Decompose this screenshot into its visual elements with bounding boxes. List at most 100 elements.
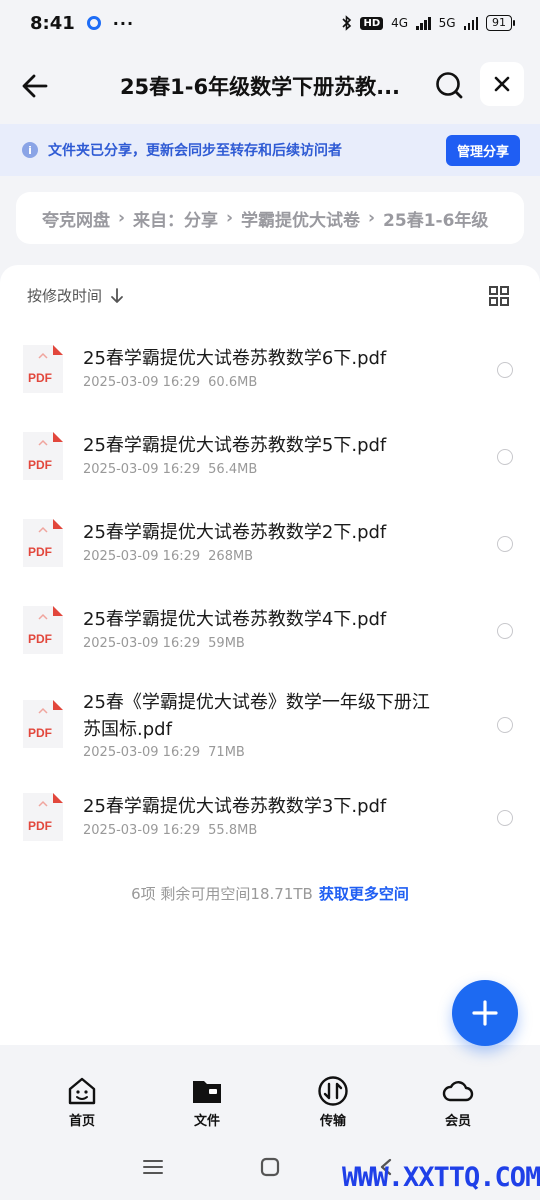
file-meta: 2025-03-09 16:29 56.4MB: [83, 462, 257, 477]
menu-button[interactable]: [142, 1156, 164, 1182]
add-button[interactable]: [452, 980, 518, 1046]
select-radio[interactable]: [497, 449, 513, 465]
file-size: 268MB: [208, 549, 254, 564]
file-size: 71MB: [208, 745, 245, 760]
file-date: 2025-03-09 16:29: [83, 375, 201, 390]
network-5g: 5G: [438, 16, 456, 30]
file-panel: 按修改时间 PDF 25春学霸提优大试卷苏教数学6下.pdf 2025-03-0…: [0, 265, 540, 1045]
item-count-and-space: 6项 剩余可用空间18.71TB: [131, 885, 313, 903]
file-size: 60.6MB: [208, 375, 258, 390]
nav-label: 文件: [193, 1114, 220, 1129]
header: 25春1-6年级数学下册苏教...: [0, 58, 540, 114]
file-date: 2025-03-09 16:29: [83, 745, 201, 760]
nav-label: 首页: [68, 1114, 95, 1129]
list-item[interactable]: PDF 25春学霸提优大试卷苏教数学4下.pdf 2025-03-09 16:2…: [0, 586, 540, 673]
file-date: 2025-03-09 16:29: [83, 636, 201, 651]
grid-view-button[interactable]: [488, 285, 510, 307]
breadcrumb: 夸克网盘 › 来自：分享 › 学霸提优大试卷 › 25春1-6年级: [16, 192, 524, 244]
status-time: 8:41: [30, 12, 75, 34]
svg-text:PDF: PDF: [28, 545, 52, 559]
search-icon: [436, 72, 463, 99]
app-notification-icon: [86, 16, 101, 30]
file-meta: 2025-03-09 16:29 59MB: [83, 636, 245, 651]
signal-icon-2: [463, 16, 478, 30]
grid-icon: [489, 286, 509, 306]
nav-item-home[interactable]: 首页: [42, 1075, 122, 1129]
svg-text:PDF: PDF: [28, 632, 52, 646]
nav-label: 传输: [319, 1114, 346, 1129]
file-date: 2025-03-09 16:29: [83, 823, 201, 838]
cloud-icon: [442, 1081, 474, 1102]
file-name: 25春学霸提优大试卷苏教数学6下.pdf: [83, 348, 387, 369]
sort-label: 按修改时间: [27, 287, 103, 305]
get-more-space-link[interactable]: 获取更多空间: [319, 885, 409, 903]
folder-icon: [193, 1081, 221, 1103]
chevron-right-icon: ›: [368, 208, 376, 228]
transfer-icon: [318, 1076, 348, 1106]
nav-item-transfer[interactable]: 传输: [293, 1075, 373, 1129]
chevron-right-icon: ›: [118, 208, 126, 228]
menu-icon: [143, 1160, 163, 1174]
file-name: 25春学霸提优大试卷苏教数学5下.pdf: [83, 435, 387, 456]
list-item[interactable]: PDF 25春《学霸提优大试卷》数学一年级下册江苏国标.pdf 2025-03-…: [0, 673, 540, 773]
list-item[interactable]: PDF 25春学霸提优大试卷苏教数学2下.pdf 2025-03-09 16:2…: [0, 499, 540, 586]
status-bar: 8:41 ··· HD 4G 5G 91: [0, 0, 540, 46]
file-name: 25春《学霸提优大试卷》数学一年级下册江苏国标.pdf: [83, 692, 430, 740]
nav-item-files[interactable]: 文件: [167, 1075, 247, 1129]
storage-summary: 6项 剩余可用空间18.71TB 获取更多空间: [0, 883, 540, 904]
plus-icon: [472, 1000, 498, 1026]
hd-icon: HD: [360, 16, 384, 30]
file-date: 2025-03-09 16:29: [83, 549, 201, 564]
file-name: 25春学霸提优大试卷苏教数学4下.pdf: [83, 609, 387, 630]
file-size: 55.8MB: [208, 823, 258, 838]
pdf-file-icon: PDF: [23, 606, 63, 654]
watermark: WWW.XXTTQ.COM: [342, 1162, 540, 1193]
sort-control[interactable]: 按修改时间: [27, 285, 124, 306]
chevron-right-icon: ›: [226, 208, 234, 228]
breadcrumb-share[interactable]: 来自：分享: [133, 206, 218, 231]
file-name: 25春学霸提优大试卷苏教数学3下.pdf: [83, 796, 387, 817]
svg-text:PDF: PDF: [28, 819, 52, 833]
pdf-file-icon: PDF: [23, 432, 63, 480]
file-meta: 2025-03-09 16:29 71MB: [83, 745, 245, 760]
signal-icon: [416, 16, 431, 30]
file-name: 25春学霸提优大试卷苏教数学2下.pdf: [83, 522, 387, 543]
file-date: 2025-03-09 16:29: [83, 462, 201, 477]
file-size: 59MB: [208, 636, 245, 651]
bottom-nav: 首页 文件 传输 会员: [0, 1075, 540, 1135]
page-title: 25春1-6年级数学下册苏教...: [119, 75, 401, 99]
breadcrumb-root[interactable]: 夸克网盘: [42, 206, 110, 231]
pdf-file-icon: PDF: [23, 345, 63, 393]
more-notifications-icon: ···: [112, 13, 135, 33]
arrow-left-icon: [22, 74, 48, 98]
home-button[interactable]: [259, 1156, 281, 1182]
pdf-file-icon: PDF: [23, 793, 63, 841]
file-meta: 2025-03-09 16:29 55.8MB: [83, 823, 257, 838]
file-meta: 2025-03-09 16:29 268MB: [83, 549, 253, 564]
pdf-file-icon: PDF: [23, 700, 63, 748]
select-radio[interactable]: [497, 623, 513, 639]
file-list: PDF 25春学霸提优大试卷苏教数学6下.pdf 2025-03-09 16:2…: [0, 325, 540, 860]
list-item[interactable]: PDF 25春学霸提优大试卷苏教数学6下.pdf 2025-03-09 16:2…: [0, 325, 540, 412]
breadcrumb-current: 25春1-6年级: [383, 210, 489, 231]
close-button[interactable]: [480, 62, 524, 106]
select-radio[interactable]: [497, 362, 513, 378]
close-icon: [494, 76, 510, 92]
select-radio[interactable]: [497, 536, 513, 552]
pdf-file-icon: PDF: [23, 519, 63, 567]
list-item[interactable]: PDF 25春学霸提优大试卷苏教数学3下.pdf 2025-03-09 16:2…: [0, 773, 540, 860]
nav-item-member[interactable]: 会员: [418, 1075, 498, 1129]
arrow-down-icon: [111, 287, 123, 303]
select-radio[interactable]: [497, 717, 513, 733]
svg-text:PDF: PDF: [28, 458, 52, 472]
list-item[interactable]: PDF 25春学霸提优大试卷苏教数学5下.pdf 2025-03-09 16:2…: [0, 412, 540, 499]
info-icon: i: [22, 142, 38, 158]
file-meta: 2025-03-09 16:29 60.6MB: [83, 375, 257, 390]
breadcrumb-folder[interactable]: 学霸提优大试卷: [241, 206, 360, 231]
share-banner-text: 文件夹已分享，更新会同步至转存和后续访问者: [48, 143, 342, 159]
search-button[interactable]: [432, 68, 468, 104]
back-button[interactable]: [18, 68, 54, 104]
manage-share-button[interactable]: 管理分享: [445, 134, 520, 166]
select-radio[interactable]: [497, 810, 513, 826]
battery-icon: 91: [486, 15, 515, 31]
